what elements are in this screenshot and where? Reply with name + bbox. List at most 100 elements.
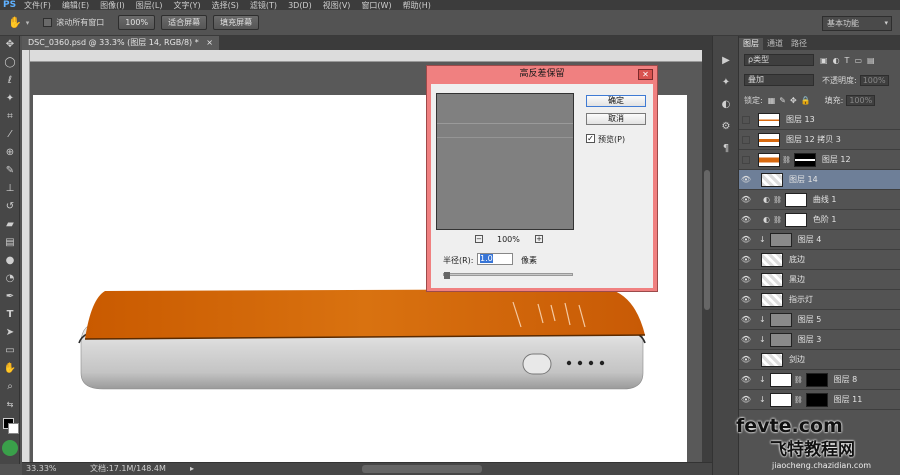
eye-icon[interactable]: 👁 [739, 295, 753, 304]
layer-mask-thumbnail[interactable] [793, 152, 816, 167]
menu-filter[interactable]: 滤镜(T) [250, 0, 277, 10]
layer-mask-thumbnail[interactable] [805, 392, 828, 407]
cancel-button[interactable]: 取消 [586, 113, 646, 125]
layer-name[interactable]: 图层 4 [798, 234, 822, 245]
filter-type-icon[interactable]: T [845, 56, 850, 65]
zoom-level[interactable]: 33.33% [26, 463, 57, 475]
eye-icon[interactable]: 👁 [739, 175, 753, 184]
tab-channels[interactable]: 通道 [763, 38, 787, 50]
filter-smart-icon[interactable]: ▤ [867, 56, 875, 65]
layer-name[interactable]: 图层 12 [822, 154, 851, 165]
move-tool-icon[interactable]: ✥ [0, 36, 20, 54]
menu-3d[interactable]: 3D(D) [288, 1, 312, 10]
play-action-icon[interactable]: ▶ [713, 50, 739, 72]
pen-tool-icon[interactable]: ✒ [0, 288, 20, 306]
layer-filter-select[interactable]: ρ类型 [744, 54, 814, 66]
filter-shape-icon[interactable]: ▭ [854, 56, 862, 65]
workspace-select[interactable]: 基本功能 ▾ [822, 16, 892, 31]
visibility-toggle[interactable] [742, 155, 750, 164]
layer-name[interactable]: 图层 8 [834, 374, 858, 385]
fit-screen-button[interactable]: 适合屏幕 [161, 15, 208, 30]
eye-icon[interactable]: 👁 [739, 315, 753, 324]
eyedropper-icon[interactable]: ⁄ [0, 126, 20, 144]
shape-tool-icon[interactable]: ▭ [0, 342, 20, 360]
menu-layer[interactable]: 图层(L) [136, 0, 163, 10]
filter-adjust-icon[interactable]: ◐ [833, 56, 840, 65]
zoom-out-button[interactable]: − [475, 235, 483, 243]
layer-mask-thumbnail[interactable] [805, 372, 828, 387]
vertical-scroll-thumb[interactable] [704, 170, 710, 310]
dialog-titlebar[interactable]: 高反差保留 ✕ [427, 66, 657, 83]
layer-row[interactable]: 👁 ◐ ⛓ 色阶 1 [739, 210, 900, 230]
layer-name[interactable]: 黑边 [789, 274, 805, 285]
menu-window[interactable]: 窗口(W) [361, 0, 391, 10]
close-tab-icon[interactable]: × [206, 38, 213, 47]
menu-file[interactable]: 文件(F) [24, 0, 51, 10]
layer-mask-thumbnail[interactable] [784, 192, 807, 207]
fill-screen-button[interactable]: 填充屏幕 [213, 15, 260, 30]
layer-row[interactable]: ⛓ 图层 12 [739, 150, 900, 170]
zoom-tool-icon[interactable]: ⌕ [0, 378, 20, 396]
status-menu-chevron-icon[interactable]: ▸ [190, 463, 194, 475]
clone-stamp-icon[interactable]: ⊥ [0, 180, 20, 198]
document-tab[interactable]: DSC_0360.psd @ 33.3% (图层 14, RGB/8) * × [22, 36, 219, 50]
layer-mask-thumbnail[interactable] [784, 212, 807, 227]
paragraph-panel-icon[interactable]: ¶ [713, 138, 739, 160]
opacity-input[interactable]: 100% [859, 74, 889, 86]
eye-icon[interactable]: 👁 [739, 355, 753, 364]
brush-tool-icon[interactable]: ✎ [0, 162, 20, 180]
history-panel-icon[interactable]: ✦ [713, 72, 739, 94]
lock-transparent-icon[interactable]: ▦ [768, 96, 776, 105]
preview-checkbox[interactable]: ✓ [586, 134, 595, 143]
layer-row[interactable]: 👁 ↓ ⛓ 图层 8 [739, 370, 900, 390]
blur-tool-icon[interactable]: ● [0, 252, 20, 270]
tool-preset-chevron-icon[interactable]: ▾ [26, 19, 30, 27]
layer-row[interactable]: 👁 指示灯 [739, 290, 900, 310]
layer-name[interactable]: 图层 11 [834, 394, 863, 405]
fill-input[interactable]: 100% [846, 94, 876, 106]
layer-name[interactable]: 图层 12 拷贝 3 [786, 134, 841, 145]
layer-name[interactable]: 图层 14 [789, 174, 818, 185]
layer-row[interactable]: 👁 ↓ ⛓ 图层 11 [739, 390, 900, 410]
background-color-swatch[interactable] [8, 423, 19, 434]
eye-icon[interactable]: 👁 [739, 195, 753, 204]
layer-row[interactable]: 👁 底边 [739, 250, 900, 270]
eye-icon[interactable]: 👁 [739, 255, 753, 264]
layer-row[interactable]: 图层 12 拷贝 3 [739, 130, 900, 150]
filter-preview[interactable] [436, 93, 574, 230]
type-tool-icon[interactable]: T [0, 306, 20, 324]
magic-wand-icon[interactable]: ✦ [0, 90, 20, 108]
layer-row[interactable]: 👁 ↓ 图层 5 [739, 310, 900, 330]
menu-image[interactable]: 图像(I) [100, 0, 125, 10]
crop-tool-icon[interactable]: ⌗ [0, 108, 20, 126]
layer-name[interactable]: 曲线 1 [813, 194, 837, 205]
close-icon[interactable]: ✕ [638, 69, 653, 80]
layer-name[interactable]: 底边 [789, 254, 805, 265]
menu-select[interactable]: 选择(S) [212, 0, 239, 10]
layer-name[interactable]: 指示灯 [789, 294, 813, 305]
eye-icon[interactable]: 👁 [739, 215, 753, 224]
lock-move-icon[interactable]: ✥ [790, 96, 797, 105]
history-brush-icon[interactable]: ↺ [0, 198, 20, 216]
adjustments-panel-icon[interactable]: ◐ [713, 94, 739, 116]
menu-help[interactable]: 帮助(H) [403, 0, 431, 10]
visibility-toggle[interactable] [742, 115, 750, 124]
lock-all-icon[interactable]: 🔒 [801, 96, 811, 105]
hand-tool-icon[interactable]: ✋ [8, 16, 22, 29]
layer-row[interactable]: 👁 剑边 [739, 350, 900, 370]
quick-mask-icon[interactable] [2, 440, 18, 456]
menu-view[interactable]: 视图(V) [323, 0, 351, 10]
tab-layers[interactable]: 图层 [739, 38, 763, 50]
eye-icon[interactable]: 👁 [739, 275, 753, 284]
radius-slider-track[interactable] [443, 273, 573, 276]
zoom-100-button[interactable]: 100% [118, 15, 156, 30]
scroll-all-checkbox[interactable] [43, 18, 53, 27]
vertical-scrollbar[interactable] [702, 50, 712, 462]
dodge-tool-icon[interactable]: ◔ [0, 270, 20, 288]
tab-paths[interactable]: 路径 [787, 38, 811, 50]
eye-icon[interactable]: 👁 [739, 375, 753, 384]
layer-row[interactable]: 图层 13 [739, 110, 900, 130]
radius-slider-handle[interactable] [444, 272, 450, 279]
swap-colors-icon[interactable]: ⇆ [0, 396, 20, 414]
path-selection-icon[interactable]: ➤ [0, 324, 20, 342]
